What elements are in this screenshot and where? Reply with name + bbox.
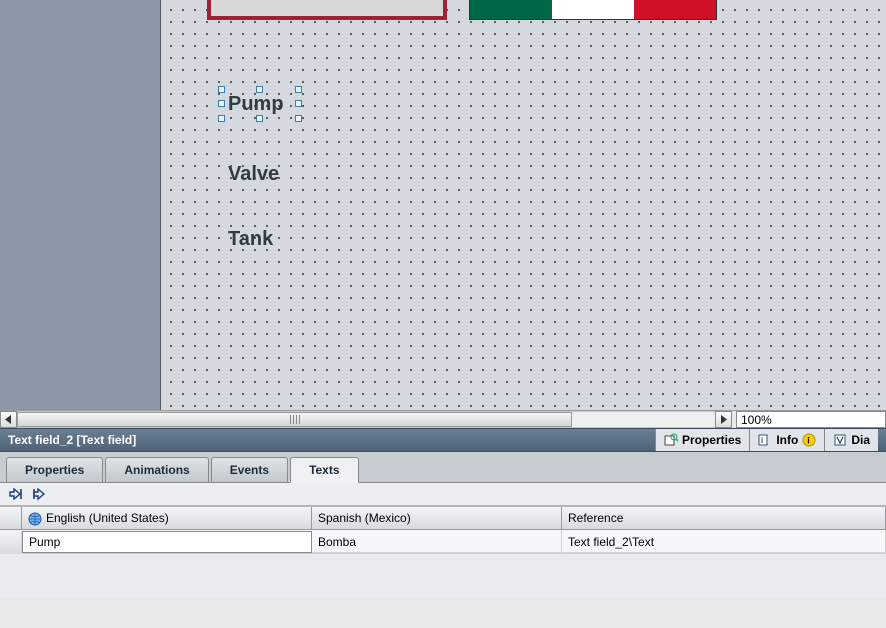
zoom-input[interactable] xyxy=(736,411,886,428)
inspector-view-tabs: Properties i Info i Dia xyxy=(655,429,878,451)
resize-handle-tm[interactable] xyxy=(256,86,263,93)
cell-lang2[interactable]: Bomba xyxy=(312,530,562,554)
scrollbar-thumb[interactable] xyxy=(17,412,572,427)
row-selector[interactable] xyxy=(0,530,22,554)
text-object-tank[interactable]: Tank xyxy=(225,227,276,252)
inspector-tab-info[interactable]: i Info i xyxy=(750,429,825,451)
import-texts-button[interactable] xyxy=(30,484,50,504)
screen-editor: Pump Valve Tank xyxy=(0,0,886,428)
chevron-left-icon xyxy=(5,415,12,424)
flag-image-1[interactable] xyxy=(207,0,447,20)
export-texts-button[interactable] xyxy=(6,484,26,504)
selected-object-title: Text field_2 [Text field] xyxy=(8,429,136,451)
properties-icon xyxy=(664,433,678,447)
import-arrow-icon xyxy=(32,487,48,501)
resize-handle-ml[interactable] xyxy=(218,100,225,107)
resize-handle-tr[interactable] xyxy=(295,86,302,93)
cell-value: Pump xyxy=(29,531,60,553)
cell-value: Text field_2\Text xyxy=(568,531,654,553)
column-header-text: English (United States) xyxy=(46,507,169,529)
resize-handle-br[interactable] xyxy=(295,115,302,122)
editor-canvas[interactable]: Pump Valve Tank xyxy=(160,0,886,412)
resize-handle-tl[interactable] xyxy=(218,86,225,93)
svg-text:i: i xyxy=(808,436,811,446)
svg-text:i: i xyxy=(761,436,763,445)
warning-badge-icon: i xyxy=(802,433,816,447)
subtab-properties[interactable]: Properties xyxy=(6,457,103,482)
subtab-events[interactable]: Events xyxy=(211,457,288,482)
globe-icon xyxy=(28,511,42,525)
inspector-title-bar: Text field_2 [Text field] Properties i I… xyxy=(0,428,886,452)
export-arrow-icon xyxy=(8,487,24,501)
cell-lang1[interactable]: Pump xyxy=(22,531,312,553)
texts-toolstrip xyxy=(0,483,886,506)
column-header-reference[interactable]: Reference xyxy=(562,507,886,529)
table-row[interactable]: Pump Bomba Text field_2\Text xyxy=(0,530,886,553)
inspector-tab-properties[interactable]: Properties xyxy=(656,429,750,451)
scroll-right-button[interactable] xyxy=(715,411,732,428)
texts-grid: English (United States) Spanish (Mexico)… xyxy=(0,506,886,598)
column-header-text: Reference xyxy=(568,507,623,529)
resize-handle-bl[interactable] xyxy=(218,115,225,122)
texts-grid-header: English (United States) Spanish (Mexico)… xyxy=(0,506,886,530)
text-object-valve[interactable]: Valve xyxy=(225,162,282,187)
scrollbar-track[interactable] xyxy=(17,411,715,428)
selection-rect xyxy=(222,90,298,118)
column-header-lang2[interactable]: Spanish (Mexico) xyxy=(312,507,562,529)
chevron-right-icon xyxy=(720,415,727,424)
scroll-left-button[interactable] xyxy=(0,411,17,428)
flag-stripe-red xyxy=(634,0,716,19)
column-header-text: Spanish (Mexico) xyxy=(318,507,411,529)
cell-reference: Text field_2\Text xyxy=(562,530,886,554)
inspector-tab-label: Properties xyxy=(682,429,741,451)
property-subtabs: Properties Animations Events Texts xyxy=(0,452,886,483)
cell-value: Bomba xyxy=(318,531,356,553)
grid-empty-area xyxy=(0,553,886,598)
resize-handle-mr[interactable] xyxy=(295,100,302,107)
inspector-tab-label: Info xyxy=(776,429,798,451)
inspector-tab-label: Dia xyxy=(851,429,870,451)
column-header-lang1[interactable]: English (United States) xyxy=(22,507,312,529)
horizontal-scrollbar-row xyxy=(0,410,886,428)
subtab-animations[interactable]: Animations xyxy=(105,457,208,482)
flag-stripe-green xyxy=(470,0,552,19)
flag-image-mexico[interactable] xyxy=(469,0,717,20)
row-selector-header xyxy=(0,507,22,529)
scrollbar-grip-icon xyxy=(290,415,300,424)
info-icon: i xyxy=(758,433,772,447)
resize-handle-bm[interactable] xyxy=(256,115,263,122)
subtab-texts[interactable]: Texts xyxy=(290,457,358,483)
diagnostics-icon xyxy=(833,433,847,447)
inspector-tab-diagnostics[interactable]: Dia xyxy=(825,429,878,451)
flag-stripe-white xyxy=(552,0,634,19)
